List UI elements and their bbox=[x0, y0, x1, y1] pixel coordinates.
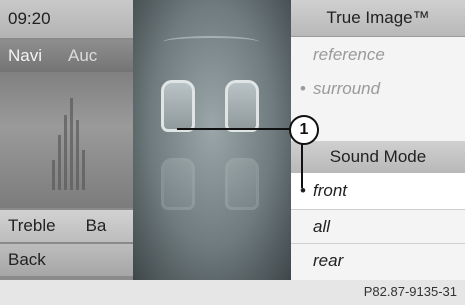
audio-menu-panel: 09:20 Navi Auc Treble Ba Back bbox=[0, 0, 135, 280]
bass-menu-item[interactable]: Ba bbox=[86, 216, 107, 235]
settings-list: True Image™ reference • surround Sound M… bbox=[291, 0, 465, 280]
option-reference: reference bbox=[313, 45, 385, 64]
dashboard-arc bbox=[163, 36, 259, 48]
option-rear[interactable]: rear bbox=[291, 243, 465, 277]
option-all[interactable]: all bbox=[291, 209, 465, 243]
option-front[interactable]: • front bbox=[291, 173, 465, 209]
sound-mode-header: Sound Mode bbox=[291, 141, 465, 174]
front-left-seat-icon bbox=[161, 80, 195, 132]
clock: 09:20 bbox=[0, 0, 135, 38]
rear-left-seat-icon bbox=[161, 158, 195, 210]
audio-menu-item[interactable]: Auc bbox=[68, 46, 97, 65]
navi-menu-item[interactable]: Navi bbox=[8, 46, 42, 65]
front-right-seat-icon bbox=[225, 80, 259, 132]
vehicle-interior-image bbox=[133, 0, 291, 280]
back-button[interactable]: Back bbox=[0, 244, 135, 276]
figure-footer: P82.87-9135-31 bbox=[0, 280, 465, 305]
true-image-header: True Image™ bbox=[291, 0, 465, 37]
main-function-bar: Navi Auc bbox=[0, 40, 135, 72]
option-surround: • surround bbox=[291, 72, 465, 106]
equalizer-display bbox=[0, 72, 135, 208]
callout-leader-vertical bbox=[301, 141, 303, 188]
callout-number: 1 bbox=[289, 115, 319, 145]
figure-code: P82.87-9135-31 bbox=[363, 284, 457, 299]
selected-dot: • bbox=[300, 79, 306, 98]
tone-settings-row: Treble Ba bbox=[0, 210, 135, 242]
callout-leader-horizontal bbox=[177, 128, 289, 130]
treble-menu-item[interactable]: Treble bbox=[8, 216, 56, 235]
display-screen: 09:20 Navi Auc Treble Ba Back True Image™ bbox=[0, 0, 465, 280]
rear-right-seat-icon bbox=[225, 158, 259, 210]
equalizer-bars bbox=[50, 90, 86, 190]
